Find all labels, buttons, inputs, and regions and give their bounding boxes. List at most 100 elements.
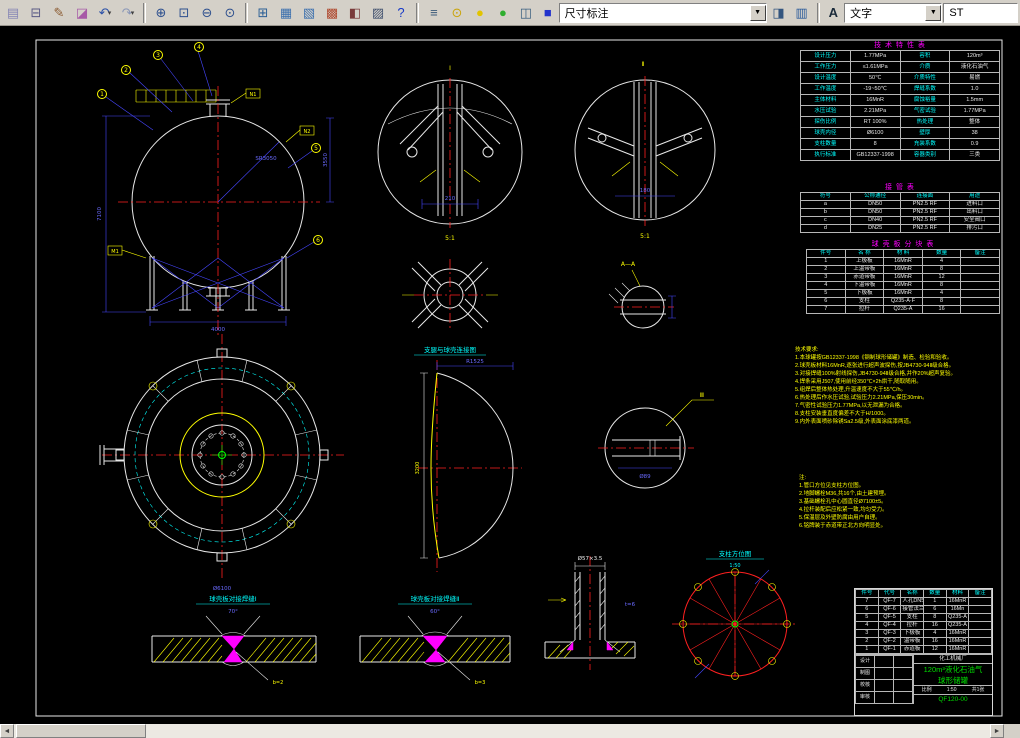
table-row: 2 QF-2 温带板 16 16MnR — [855, 637, 992, 646]
drawing-canvas[interactable]: SR3050 7100 3550 4000 1 2 3 4 5 6 N1 N2 … — [0, 26, 1020, 724]
chevron-down-icon[interactable]: ▼ — [749, 4, 766, 21]
zoom-out-icon[interactable]: ⊖ — [195, 1, 218, 24]
view-plan[interactable]: Ø6100 — [99, 334, 344, 592]
table-cell: Q235-A — [883, 305, 923, 314]
scale-label: 比例 — [921, 687, 932, 693]
balloon-number: 3 — [156, 52, 160, 59]
layers-icon[interactable]: ◫ — [514, 1, 537, 24]
table-cell — [960, 289, 1000, 298]
table-cell: 8 — [922, 613, 947, 622]
table-cell: 12 — [921, 273, 962, 282]
view-gore[interactable]: R1525 3200 — [415, 359, 522, 572]
dropdown-arrow-icon[interactable]: ▾ — [131, 9, 135, 17]
standards-icon[interactable]: ▥ — [790, 1, 813, 24]
scroll-left-button[interactable]: ◄ — [0, 724, 14, 738]
angle-leaders — [205, 615, 261, 635]
zoom-extents-icon[interactable]: ⊙ — [218, 1, 241, 24]
text-style-combo[interactable]: 文字 ▼ — [844, 2, 943, 23]
horizontal-scrollbar[interactable]: ◄ ► — [0, 724, 1020, 738]
layer-manager-icon[interactable]: ◨ — [767, 1, 790, 24]
view-nozzle-weld[interactable]: Ø57×3.5 t=6 — [544, 555, 636, 670]
right-combo-value: ST — [949, 6, 964, 19]
zoom-realtime-icon: ⊕ — [155, 4, 167, 20]
sheet-set-icon[interactable]: ▧ — [297, 1, 320, 24]
table-row: b DN50 PN2.5 RF 出料口 — [800, 208, 1000, 217]
view-weld-1[interactable]: 球壳板对接焊缝Ⅰ 70° b=2 — [151, 594, 317, 686]
notes-secondary: 注: 1.管口方位见支柱方位图。 2.地脚螺栓M36,共16个,由土建预埋。 3.基础… — [799, 474, 989, 530]
redo-icon[interactable]: ↷ ▾ — [117, 1, 139, 24]
table-row: 工作压力 ≤1.61MPa 介质 液化石油气 — [800, 61, 1000, 73]
render-icon[interactable]: ▩ — [320, 1, 343, 24]
view-detail-1[interactable]: Ⅰ 210 5:1 — [377, 65, 523, 242]
table-cell: 8 — [921, 265, 962, 274]
table-cell: 6 — [806, 297, 846, 306]
table-cell: 38 — [949, 127, 1000, 139]
table-cell: 名称 — [900, 589, 924, 598]
layer-manager-icon: ◨ — [772, 4, 785, 20]
view-elevation[interactable]: SR3050 7100 3550 4000 1 2 3 4 5 6 N1 N2 … — [97, 42, 334, 337]
view-leg-plan[interactable]: 支腿与球壳连接图 — [402, 259, 498, 356]
table-cell: 备注 — [968, 589, 992, 598]
scroll-right-button[interactable]: ► — [990, 724, 1004, 738]
table-cell: 120m³ — [949, 50, 1000, 62]
gap-label: b=3 — [475, 680, 486, 686]
table-row: 5 QF-5 支柱 8 Q235-A — [855, 613, 992, 622]
layout-icon: ▦ — [279, 4, 293, 20]
help-icon[interactable]: ? — [389, 1, 412, 24]
scroll-track[interactable] — [14, 724, 990, 738]
grid-icon[interactable]: ▨ — [366, 1, 389, 24]
table-cell: 16 — [922, 621, 947, 630]
ball-yellow-icon[interactable]: ● — [468, 1, 491, 24]
table-cell: 16MnR — [883, 273, 923, 282]
table-cell: 4 — [806, 281, 846, 290]
angle-label: 70° — [228, 609, 238, 615]
table-cell: 用途 — [949, 192, 1000, 201]
table-cell: PN2.5 RF — [899, 208, 951, 217]
table-cell: DN25 — [849, 224, 901, 233]
drawing-title-line2: 球形储罐 — [914, 675, 992, 686]
drawing-title-line1: 120m³液化石油气 — [923, 665, 983, 674]
chevron-down-icon[interactable]: ▼ — [925, 4, 942, 21]
centerlines — [118, 86, 320, 336]
table-row: 探伤比例 RT 100% 热处理 整体 — [800, 116, 1000, 128]
erase-icon[interactable]: ◪ — [71, 1, 93, 24]
sheet-icon[interactable]: ▤ — [2, 1, 24, 24]
view-detail-2[interactable]: Ⅱ 180 5:1 — [574, 61, 716, 240]
view-weld-2[interactable]: 球壳板对接焊缝Ⅱ 60° b=3 — [359, 594, 511, 686]
scroll-thumb[interactable] — [16, 724, 146, 738]
table-cell — [893, 679, 913, 692]
table-cell: 16MnR — [883, 289, 923, 298]
table-row: 主体材料 16MnR 腐蚀裕量 1.5mm — [800, 94, 1000, 106]
table-cell: 16MnR — [883, 281, 923, 290]
dim-style-combo[interactable]: 尺寸标注 ▼ — [558, 2, 767, 23]
view-section-aa[interactable]: A—A — [608, 261, 676, 329]
print-preview-icon[interactable]: ⊟ — [25, 1, 47, 24]
balloon-number: 2 — [124, 67, 128, 74]
table-row: 设计温度 50℃ 介质特性 易燃 — [800, 72, 1000, 84]
stack-icon[interactable]: ≡ — [422, 1, 445, 24]
note-line: 1.本球罐按GB12337-1998《钢制球形储罐》制造、检验和验收。 — [795, 355, 953, 361]
note-line: 2.地脚螺栓M36,共16个,由土建预埋。 — [799, 491, 890, 497]
layout-icon[interactable]: ▦ — [274, 1, 297, 24]
right-partial-combo[interactable]: ST — [943, 2, 1019, 23]
dim-label: 3550 — [323, 153, 329, 167]
dropdown-arrow-icon[interactable]: ▾ — [108, 9, 112, 17]
undo-icon[interactable]: ↶ ▾ — [94, 1, 116, 24]
table-cell: 安全阀口 — [949, 216, 1000, 225]
ball-green-icon[interactable]: ● — [491, 1, 514, 24]
view-detail-3[interactable]: Ⅲ Ø89 — [598, 392, 714, 489]
zoom-realtime-icon[interactable]: ⊕ — [149, 1, 172, 24]
scale-label: 5:1 — [640, 233, 650, 240]
table-cell: d — [800, 224, 851, 233]
table-icon[interactable]: ⊞ — [251, 1, 274, 24]
table-cell: 上温带板 — [844, 265, 885, 274]
zoom-window-icon[interactable]: ⊡ — [172, 1, 195, 24]
tag-leader — [285, 129, 301, 143]
block-icon[interactable]: ◧ — [343, 1, 366, 24]
table-icon: ⊞ — [257, 4, 269, 20]
view-orientation[interactable]: 支柱方位图 1:50 — [672, 549, 798, 680]
bulb-icon[interactable]: ⊙ — [445, 1, 468, 24]
pencil-icon[interactable]: ✎ — [48, 1, 70, 24]
toolbar-group-file: ▤ ⊟ ✎ ◪ ↶ ▾ ↷ ▾ — [2, 1, 139, 24]
table-cell: DN40 — [849, 216, 901, 225]
